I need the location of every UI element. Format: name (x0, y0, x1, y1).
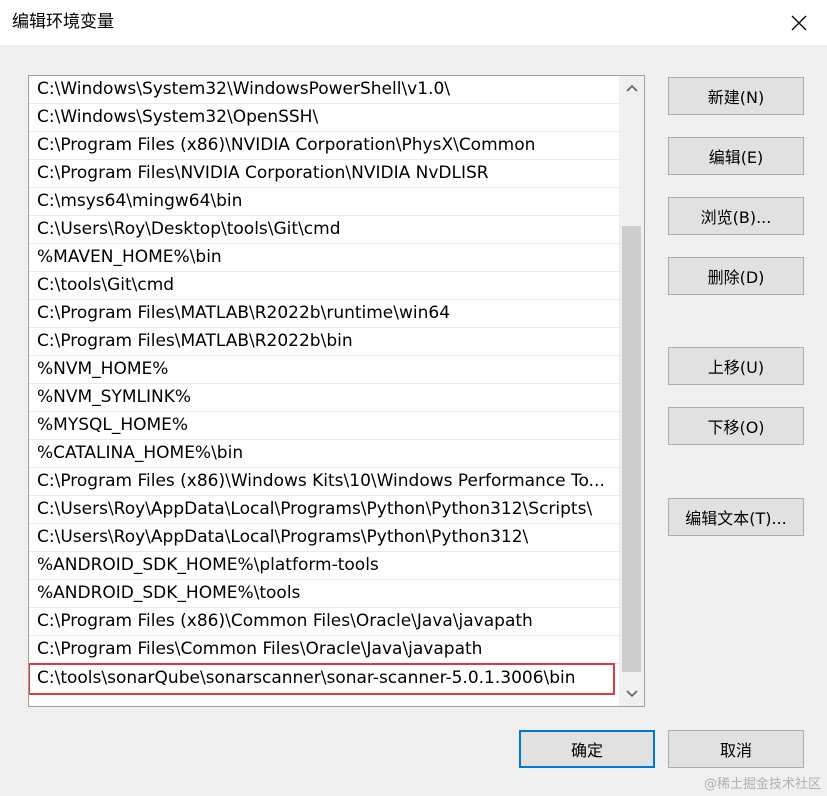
watermark: @稀土掘金技术社区 (703, 777, 821, 792)
cancel-button[interactable]: 取消 (668, 730, 804, 768)
browse-button[interactable]: 浏览(B)... (668, 197, 804, 235)
list-item[interactable]: C:\tools\Git\cmd (29, 272, 620, 300)
list-item[interactable]: %MYSQL_HOME% (29, 412, 620, 440)
list-item[interactable]: C:\Users\Roy\Desktop\tools\Git\cmd (29, 216, 620, 244)
chevron-up-icon (625, 84, 638, 92)
scroll-up-button[interactable] (619, 76, 644, 100)
move-down-button[interactable]: 下移(O) (668, 407, 804, 445)
vertical-scrollbar[interactable] (619, 76, 644, 706)
list-item[interactable]: C:\Program Files\NVIDIA Corporation\NVID… (29, 160, 620, 188)
list-item[interactable]: C:\msys64\mingw64\bin (29, 188, 620, 216)
list-item[interactable]: C:\Users\Roy\AppData\Local\Programs\Pyth… (29, 496, 620, 524)
scroll-thumb[interactable] (622, 226, 641, 672)
edit-text-button[interactable]: 编辑文本(T)... (668, 498, 804, 536)
list-item[interactable]: %ANDROID_SDK_HOME%\tools (29, 580, 620, 608)
ok-button[interactable]: 确定 (519, 730, 655, 768)
title-bar: 编辑环境变量 (0, 0, 827, 45)
list-item[interactable]: %MAVEN_HOME%\bin (29, 244, 620, 272)
list-item[interactable]: %ANDROID_SDK_HOME%\platform-tools (29, 552, 620, 580)
path-list-box[interactable]: C:\Windows\System32\WindowsPowerShell\v1… (28, 75, 645, 707)
list-item[interactable]: C:\Windows\System32\WindowsPowerShell\v1… (29, 76, 620, 104)
path-list: C:\Windows\System32\WindowsPowerShell\v1… (29, 76, 620, 695)
list-item[interactable]: C:\Program Files\Common Files\Oracle\Jav… (29, 636, 620, 664)
edit-button[interactable]: 编辑(E) (668, 137, 804, 175)
move-up-button[interactable]: 上移(U) (668, 347, 804, 385)
list-item[interactable]: %NVM_HOME% (29, 356, 620, 384)
chevron-down-icon (625, 690, 638, 698)
window-title: 编辑环境变量 (12, 12, 114, 32)
list-item[interactable]: C:\Windows\System32\OpenSSH\ (29, 104, 620, 132)
delete-button[interactable]: 删除(D) (668, 257, 804, 295)
list-item[interactable]: C:\Program Files\MATLAB\R2022b\runtime\w… (29, 300, 620, 328)
list-item[interactable]: C:\Program Files (x86)\Windows Kits\10\W… (29, 468, 620, 496)
list-item[interactable]: C:\Program Files\MATLAB\R2022b\bin (29, 328, 620, 356)
list-item[interactable]: %NVM_SYMLINK% (29, 384, 620, 412)
list-item[interactable]: C:\Program Files (x86)\Common Files\Orac… (29, 608, 620, 636)
list-item[interactable]: %CATALINA_HOME%\bin (29, 440, 620, 468)
list-item[interactable]: C:\Program Files (x86)\NVIDIA Corporatio… (29, 132, 620, 160)
close-button[interactable] (771, 0, 827, 45)
scroll-down-button[interactable] (619, 682, 644, 706)
editing-list-item[interactable]: C:\tools\sonarQube\sonarscanner\sonar-sc… (29, 663, 615, 695)
new-button[interactable]: 新建(N) (668, 77, 804, 115)
list-item[interactable]: C:\Users\Roy\AppData\Local\Programs\Pyth… (29, 524, 620, 552)
close-icon (791, 15, 807, 30)
